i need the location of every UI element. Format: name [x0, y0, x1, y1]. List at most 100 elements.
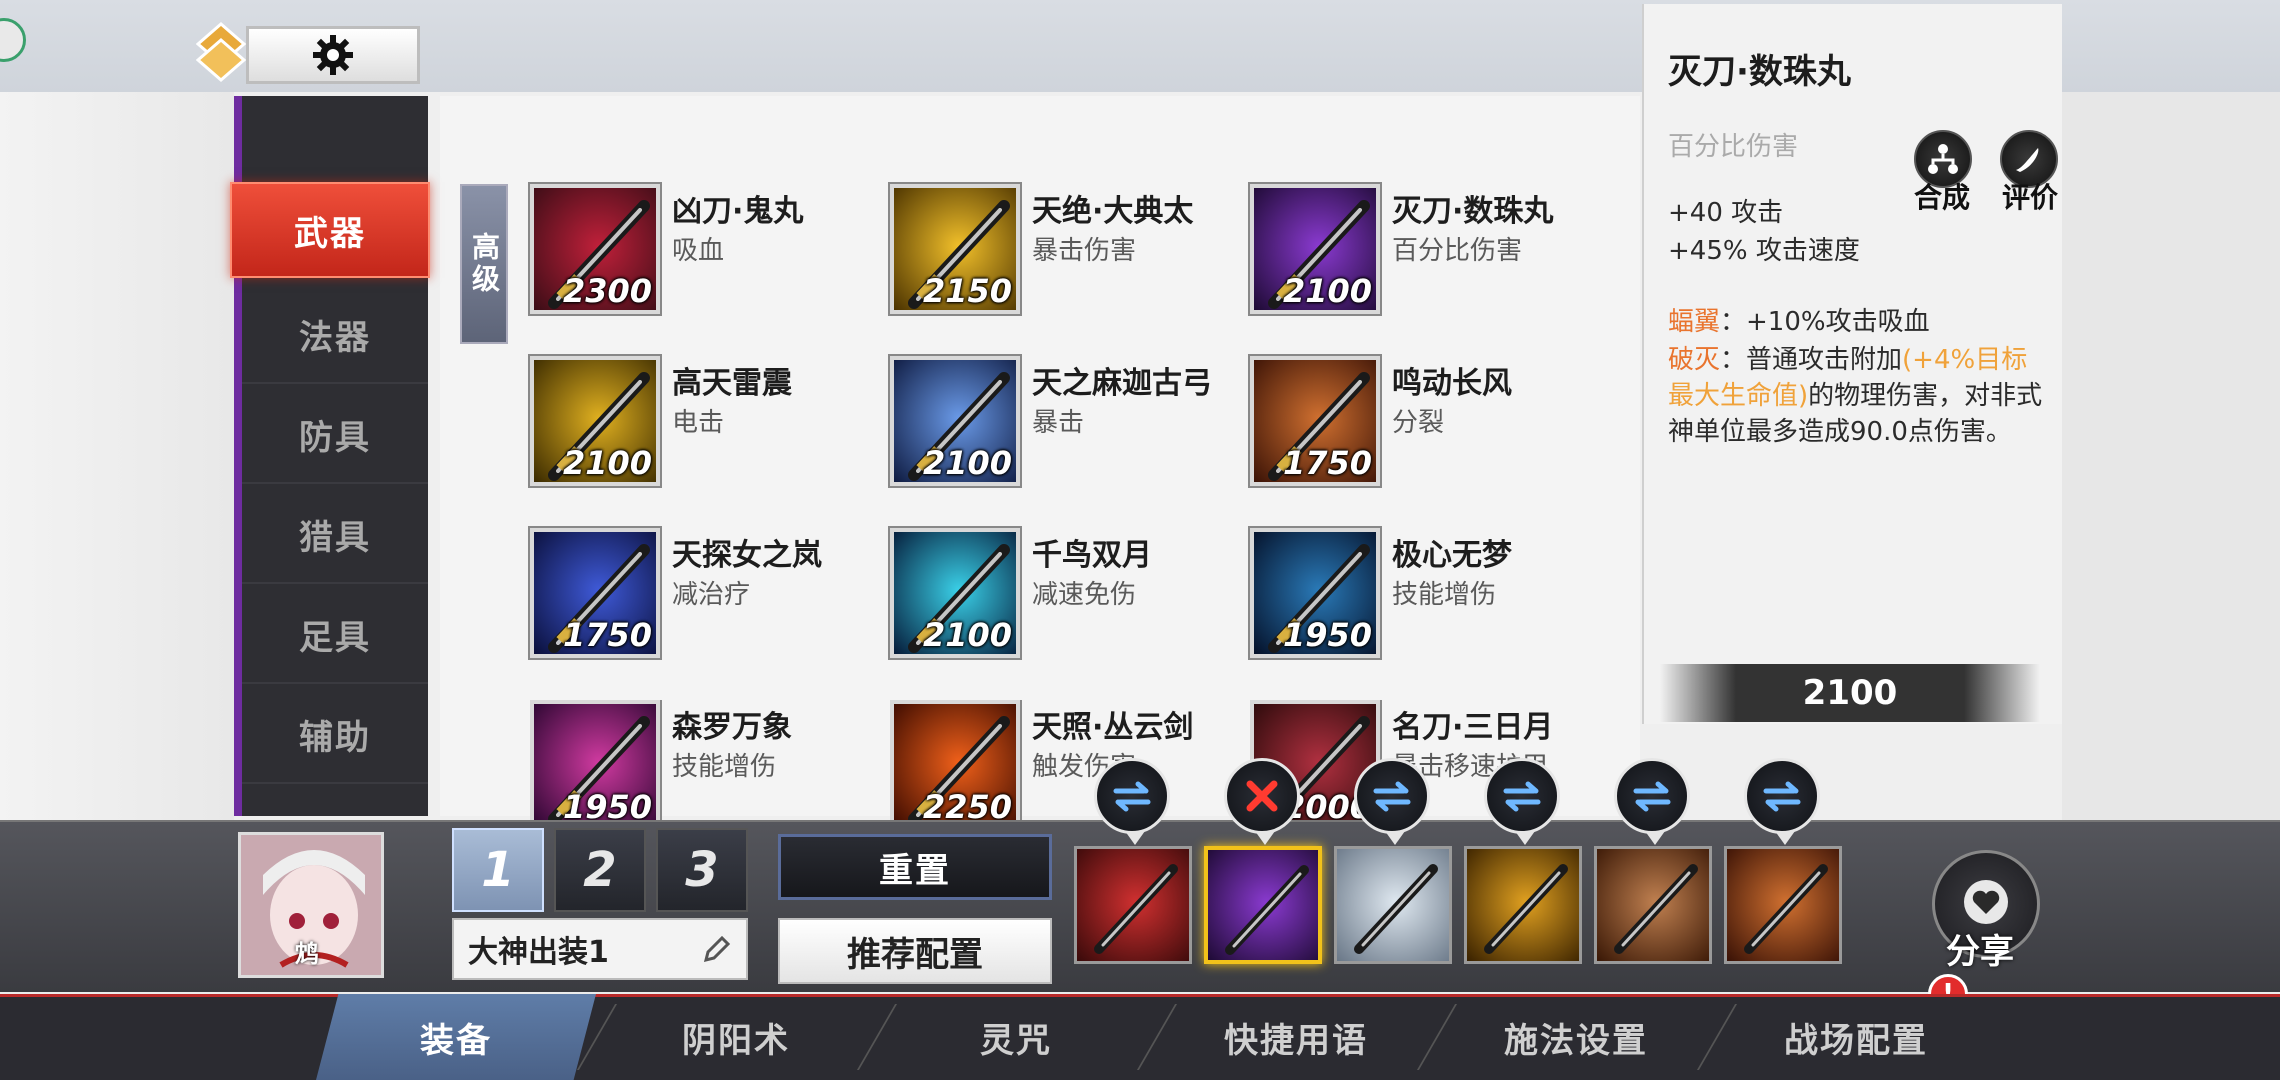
item-card[interactable]: 2100 灭刀·数珠丸百分比伤害 — [1250, 184, 1590, 324]
share-label[interactable]: 分享 — [1946, 924, 2014, 973]
swap-item-button[interactable] — [1614, 758, 1690, 845]
compose-label[interactable]: 合成 — [1914, 176, 1970, 216]
detail-stat: +45% 攻击速度 — [1668, 236, 1860, 266]
equipped-item-icon — [1077, 849, 1189, 961]
back-diamond-icon[interactable] — [196, 22, 246, 82]
item-detail-panel: 灭刀·数珠丸 百分比伤害 +40 攻击 +45% 攻击速度 蝠翼：+10%攻击吸… — [1642, 4, 2062, 724]
bottom-tab[interactable]: 装备 — [316, 994, 596, 1080]
item-icon[interactable]: 1750 — [530, 528, 660, 658]
item-icon[interactable]: 2300 — [530, 184, 660, 314]
gear-icon — [313, 35, 353, 75]
passive-2-text: ：普通攻击附加 — [1720, 345, 1903, 375]
item-price: 2300 — [562, 272, 652, 310]
pencil-icon[interactable] — [702, 934, 732, 964]
item-price: 1950 — [1282, 616, 1372, 654]
build-slot-tab[interactable]: 2 — [554, 828, 646, 912]
bottom-tab[interactable]: 灵咒 — [876, 994, 1156, 1080]
swap-item-button[interactable] — [1094, 758, 1170, 845]
item-name: 天绝·大典太 — [1032, 194, 1194, 229]
close-icon — [1246, 780, 1278, 812]
equipped-item-slot[interactable] — [1724, 846, 1842, 964]
passive-1-text: ：+10%攻击吸血 — [1720, 307, 1930, 337]
category-tab[interactable]: 足具 — [242, 586, 428, 684]
tier-tag: 高级 — [460, 184, 508, 344]
item-effect: 暴击 — [1032, 408, 1085, 438]
item-effect: 技能增伤 — [672, 752, 777, 782]
build-slot-tab[interactable]: 3 — [656, 828, 748, 912]
item-price: 2100 — [922, 444, 1012, 482]
item-card[interactable]: 2150 天绝·大典太 暴击伤害 — [890, 184, 1230, 324]
category-tab[interactable]: 辅助 — [242, 686, 428, 784]
bottom-tab[interactable]: 施法设置 — [1436, 994, 1716, 1080]
item-icon[interactable]: 1950 — [1250, 528, 1380, 658]
swap-arrows-icon — [1113, 781, 1151, 812]
detail-item-subtitle: 百分比伤害 — [1668, 132, 1799, 162]
recommend-config-button[interactable]: 推荐配置 — [778, 918, 1052, 984]
item-icon[interactable]: 1750 — [1250, 356, 1380, 486]
avatar-tag: 鸩 — [295, 940, 319, 968]
status-orb-icon — [0, 18, 26, 62]
item-price: 2100 — [1282, 272, 1372, 310]
compose-tree-icon — [1928, 144, 1958, 174]
build-name-field[interactable]: 大神出装1 — [452, 918, 748, 980]
swap-item-button[interactable] — [1354, 758, 1430, 845]
item-icon[interactable]: 2100 — [1250, 184, 1380, 314]
build-slot-tab[interactable]: 1 — [452, 828, 544, 912]
item-icon[interactable]: 2100 — [890, 528, 1020, 658]
item-price: 2150 — [922, 272, 1012, 310]
equipped-item-icon — [1727, 849, 1839, 961]
item-card[interactable]: 1750 天探女之岚 减治疗 — [530, 528, 870, 668]
item-name: 千鸟双月 — [1032, 538, 1152, 573]
item-card[interactable]: 2100 天之麻迦古弓 暴击 — [890, 356, 1230, 496]
detail-price-strip: 2100 — [1660, 664, 2040, 722]
bottom-tab[interactable]: 战场配置 — [1716, 994, 1996, 1080]
item-name: 极心无梦 — [1392, 538, 1512, 573]
item-effect: 百分比伤害 — [1392, 236, 1523, 266]
equipped-item-icon — [1597, 849, 1709, 961]
item-effect: 吸血 — [672, 236, 725, 266]
item-price: 1750 — [1282, 444, 1372, 482]
equipped-item-slot[interactable] — [1204, 846, 1322, 964]
review-label[interactable]: 评价 — [2002, 176, 2058, 216]
item-price: 1950 — [562, 788, 652, 820]
bottom-tab[interactable]: 快捷用语 — [1156, 994, 1436, 1080]
item-card[interactable]: 2250 天照·丛云剑 触发伤害 — [890, 700, 1230, 820]
item-name: 高天雷震 — [672, 366, 792, 401]
swap-arrows-icon — [1503, 781, 1541, 812]
item-card[interactable]: 1750 鸣动长风 分裂 — [1250, 356, 1590, 496]
category-tab[interactable]: 防具 — [242, 386, 428, 484]
equipped-item-slot[interactable] — [1594, 846, 1712, 964]
item-name: 天探女之岚 — [672, 538, 822, 573]
swap-item-button[interactable] — [1484, 758, 1560, 845]
item-effect: 技能增伤 — [1392, 580, 1497, 610]
bottom-tab[interactable]: 阴阳术 — [596, 994, 876, 1080]
equipped-item-icon — [1208, 850, 1318, 960]
detail-stat: +40 攻击 — [1668, 198, 1784, 228]
item-card[interactable]: 2300 凶刀·鬼丸 吸血 — [530, 184, 870, 324]
item-icon[interactable]: 2100 — [890, 356, 1020, 486]
item-effect: 减速免伤 — [1032, 580, 1137, 610]
hero-avatar[interactable]: 鸩 — [238, 832, 384, 978]
swap-item-button[interactable] — [1744, 758, 1820, 845]
equipped-item-slot[interactable] — [1334, 846, 1452, 964]
item-name: 名刀·三日月 — [1392, 710, 1554, 745]
category-tab[interactable]: 法器 — [242, 286, 428, 384]
item-icon[interactable]: 1950 — [530, 700, 660, 820]
remove-item-button[interactable] — [1224, 758, 1300, 845]
item-effect: 分裂 — [1392, 408, 1445, 438]
item-icon[interactable]: 2150 — [890, 184, 1020, 314]
item-effect: 电击 — [672, 408, 725, 438]
item-card[interactable]: 1950 极心无梦技能增伤 — [1250, 528, 1590, 668]
item-icon[interactable]: 2100 — [530, 356, 660, 486]
equipped-item-slot[interactable] — [1464, 846, 1582, 964]
equipped-item-slot[interactable] — [1074, 846, 1192, 964]
category-tab[interactable]: 猎具 — [242, 486, 428, 584]
item-card[interactable]: 2100 千鸟双月减速免伤 — [890, 528, 1230, 668]
settings-button[interactable] — [246, 26, 420, 84]
reset-button[interactable]: 重置 — [778, 834, 1052, 900]
item-card[interactable]: 2100 高天雷震电击 — [530, 356, 870, 496]
category-tab[interactable]: 武器 — [230, 182, 430, 278]
item-card[interactable]: 1950 森罗万象 技能增伤 — [530, 700, 870, 820]
item-icon[interactable]: 2250 — [890, 700, 1020, 820]
item-name: 灭刀·数珠丸 — [1392, 194, 1554, 229]
